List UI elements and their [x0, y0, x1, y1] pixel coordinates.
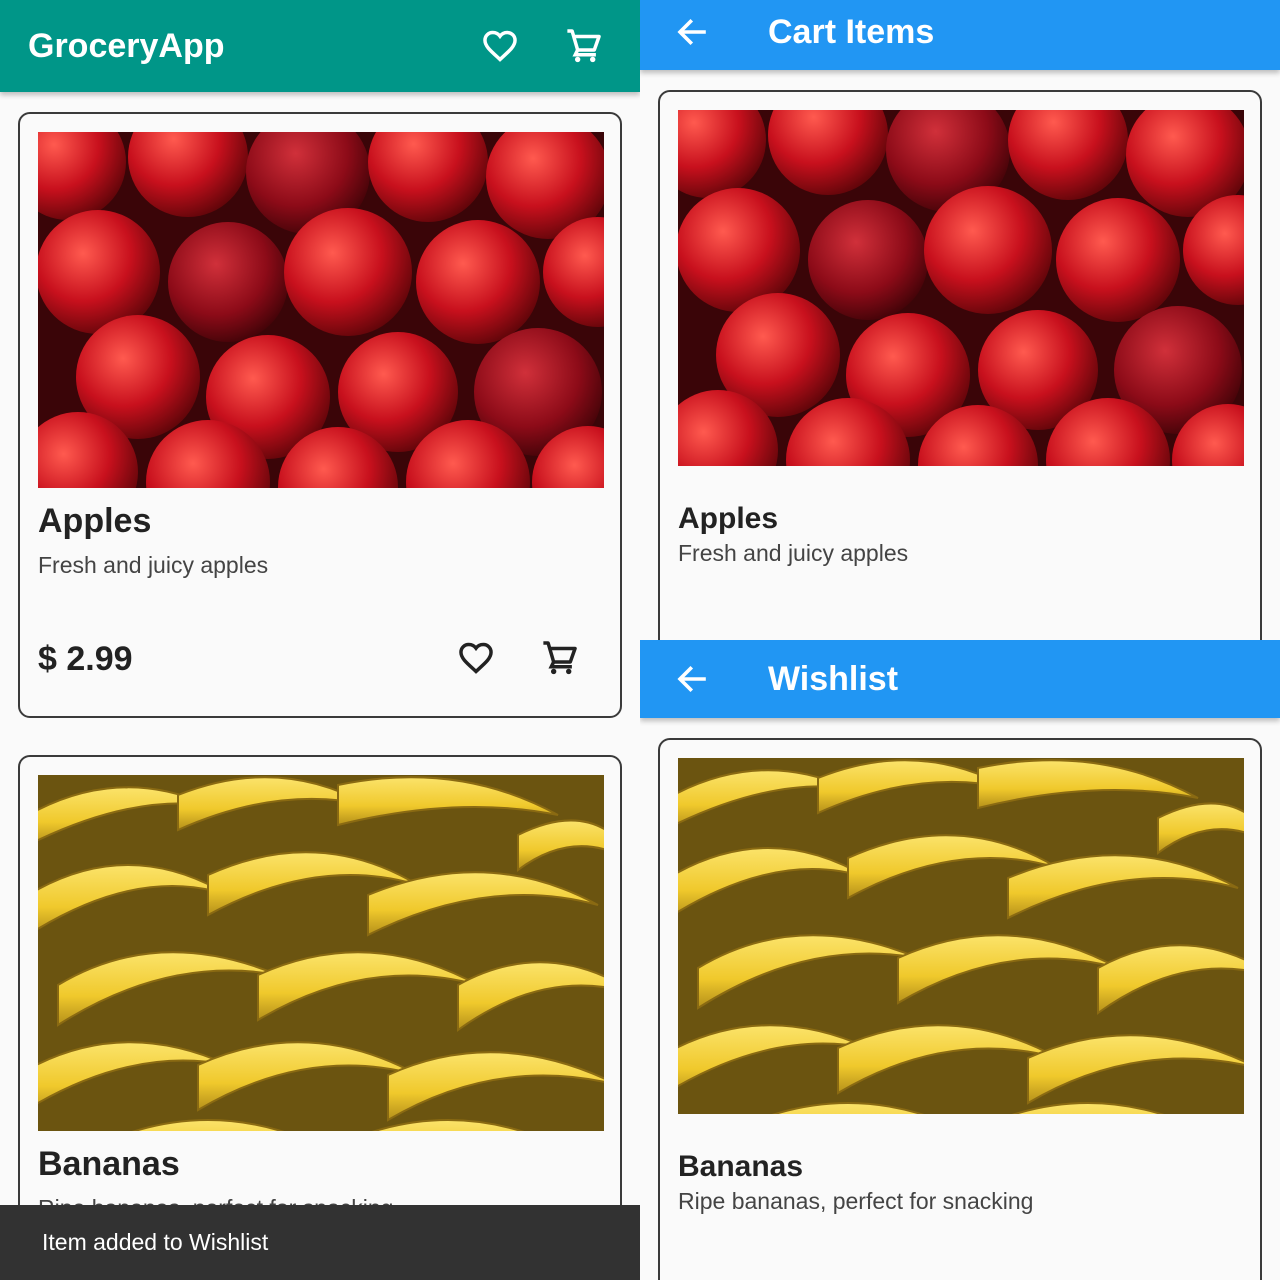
cart-title: Cart Items	[768, 12, 935, 51]
product-name: Apples	[38, 502, 152, 540]
apples-image	[38, 132, 604, 488]
cart-item-name: Apples	[678, 502, 779, 535]
bananas-image	[678, 758, 1244, 1114]
add-to-cart-icon[interactable]	[534, 632, 586, 684]
cart-item-apples[interactable]: Apples Fresh and juicy apples	[658, 90, 1262, 640]
snackbar: Item added to Wishlist	[0, 1205, 640, 1280]
wishlist-screen: Wishlist Bananas Ripe bananas, perfect f…	[640, 640, 1280, 1280]
product-description: Fresh and juicy apples	[38, 552, 269, 578]
wishlist-item-description: Ripe bananas, perfect for snacking	[678, 1188, 1034, 1214]
back-arrow-icon[interactable]	[664, 651, 720, 707]
wishlist-title: Wishlist	[768, 659, 899, 698]
app-title: GroceryApp	[28, 26, 225, 65]
home-screen: GroceryApp Apples Fresh and juicy apples…	[0, 0, 640, 1280]
cart-app-bar: Cart Items	[640, 0, 1280, 70]
bananas-photo	[678, 758, 1244, 1114]
back-arrow-icon[interactable]	[664, 4, 720, 60]
product-price: $ 2.99	[38, 640, 133, 678]
bananas-image	[38, 775, 604, 1131]
wishlist-item-name: Bananas	[678, 1150, 804, 1183]
home-app-bar: GroceryApp	[0, 0, 640, 92]
wishlist-item-bananas[interactable]: Bananas Ripe bananas, perfect for snacki…	[658, 738, 1262, 1280]
cart-icon[interactable]	[556, 18, 612, 74]
apples-image	[678, 110, 1244, 466]
product-card-bananas[interactable]: Bananas Ripe bananas, perfect for snacki…	[18, 755, 622, 1280]
product-card-apples[interactable]: Apples Fresh and juicy apples $ 2.99	[18, 112, 622, 718]
add-to-wishlist-heart-icon[interactable]	[450, 632, 502, 684]
apples-photo	[38, 132, 604, 488]
snackbar-message: Item added to Wishlist	[42, 1229, 269, 1255]
apples-photo	[678, 110, 1244, 466]
cart-item-description: Fresh and juicy apples	[678, 540, 909, 566]
wishlist-app-bar: Wishlist	[640, 640, 1280, 718]
product-name: Bananas	[38, 1145, 180, 1183]
bananas-photo	[38, 775, 604, 1131]
wishlist-heart-icon[interactable]	[472, 18, 528, 74]
cart-screen: Cart Items Apples Fresh and juicy apples	[640, 0, 1280, 640]
